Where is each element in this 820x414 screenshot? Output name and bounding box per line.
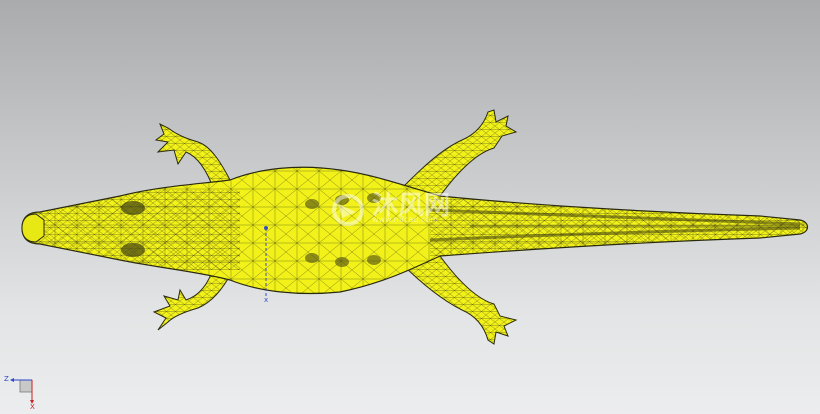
crocodile-body [21,166,809,295]
rear-right-leg [398,255,518,345]
rear-left-leg [398,109,518,197]
orientation-triad[interactable]: Z X [4,372,44,412]
triad-icon [10,378,34,404]
crocodile-model[interactable]: x 沐风网 www.mfcad.com [0,0,820,414]
watermark-url: www.mfcad.com [372,215,438,224]
triad-z-label: Z [4,375,9,383]
triad-x-label: X [30,403,35,411]
3d-viewport[interactable]: x 沐风网 www.mfcad.com Z X [0,0,820,414]
front-left-leg [154,122,233,191]
center-marker-axis-label: x [264,296,268,304]
